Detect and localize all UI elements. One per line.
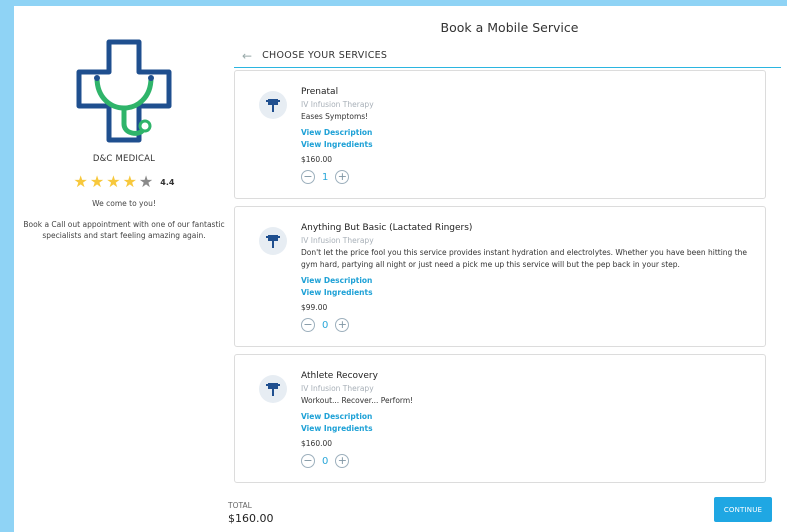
service-card: Prenatal IV Infusion Therapy Eases Sympt…	[234, 70, 766, 199]
provider-description: Book a Call out appointment with one of …	[23, 220, 225, 240]
booking-card: Book a Mobile Service D&C MEDICAL ★ ★ ★ …	[14, 6, 787, 532]
view-ingredients-link[interactable]: View Ingredients	[301, 423, 751, 434]
increment-button[interactable]: +	[335, 318, 350, 332]
service-name: Athlete Recovery	[301, 371, 378, 381]
star-filled-icon: ★	[106, 172, 121, 191]
quantity-stepper: − 0 +	[301, 318, 751, 332]
view-description-link[interactable]: View Description	[301, 411, 751, 422]
increment-button[interactable]: +	[335, 170, 350, 184]
iv-drip-icon	[259, 227, 287, 255]
service-price: $99.00	[301, 303, 328, 312]
service-price: $160.00	[301, 155, 333, 164]
view-description-link[interactable]: View Description	[301, 275, 751, 286]
service-name: Anything But Basic (Lactated Ringers)	[301, 223, 473, 233]
decrement-button[interactable]: −	[301, 318, 315, 332]
decrement-button[interactable]: −	[301, 454, 315, 468]
continue-button[interactable]: CONTINUE	[714, 497, 772, 522]
service-category: IV Infusion Therapy	[301, 236, 374, 245]
quantity-value: 1	[322, 171, 329, 183]
star-empty-icon: ★	[138, 172, 154, 191]
medical-cross-stethoscope-logo	[76, 39, 172, 143]
star-filled-icon: ★	[89, 172, 105, 191]
service-description: Eases Symptoms!	[301, 112, 369, 121]
view-ingredients-link[interactable]: View Ingredients	[301, 287, 751, 298]
provider-name: D&C MEDICAL	[92, 154, 156, 164]
star-filled-icon: ★	[122, 172, 137, 191]
service-category: IV Infusion Therapy	[301, 384, 374, 393]
service-price: $160.00	[301, 439, 333, 448]
iv-drip-icon	[259, 91, 287, 119]
provider-panel: D&C MEDICAL ★ ★ ★ ★ ★ 4.4 We come to you…	[14, 32, 234, 241]
quantity-value: 0	[322, 455, 329, 467]
rating: ★ ★ ★ ★ ★ 4.4	[14, 174, 234, 190]
star-filled-icon: ★	[73, 172, 88, 191]
increment-button[interactable]: +	[335, 454, 350, 468]
quantity-stepper: − 1 +	[301, 170, 751, 184]
quantity-stepper: − 0 +	[301, 454, 751, 468]
service-name: Prenatal	[301, 87, 339, 97]
services-header: ← CHOOSE YOUR SERVICES	[234, 44, 781, 68]
decrement-button[interactable]: −	[301, 170, 315, 184]
view-ingredients-link[interactable]: View Ingredients	[301, 139, 751, 150]
rating-value: 4.4	[160, 177, 175, 187]
service-card: Athlete Recovery IV Infusion Therapy Wor…	[234, 354, 766, 483]
service-card: Anything But Basic (Lactated Ringers) IV…	[234, 206, 766, 347]
service-description: Workout... Recover... Perform!	[301, 396, 414, 405]
back-arrow-icon[interactable]: ←	[242, 49, 252, 63]
view-description-link[interactable]: View Description	[301, 127, 751, 138]
service-description: Don't let the price fool you this servic…	[301, 248, 748, 269]
service-list[interactable]: Prenatal IV Infusion Therapy Eases Sympt…	[234, 70, 766, 484]
iv-drip-icon	[259, 375, 287, 403]
service-category: IV Infusion Therapy	[301, 100, 374, 109]
total-value: $160.00	[228, 512, 274, 525]
total-label: TOTAL	[228, 501, 252, 510]
provider-tagline: We come to you!	[92, 199, 156, 208]
section-title: CHOOSE YOUR SERVICES	[262, 50, 388, 61]
quantity-value: 0	[322, 319, 329, 331]
